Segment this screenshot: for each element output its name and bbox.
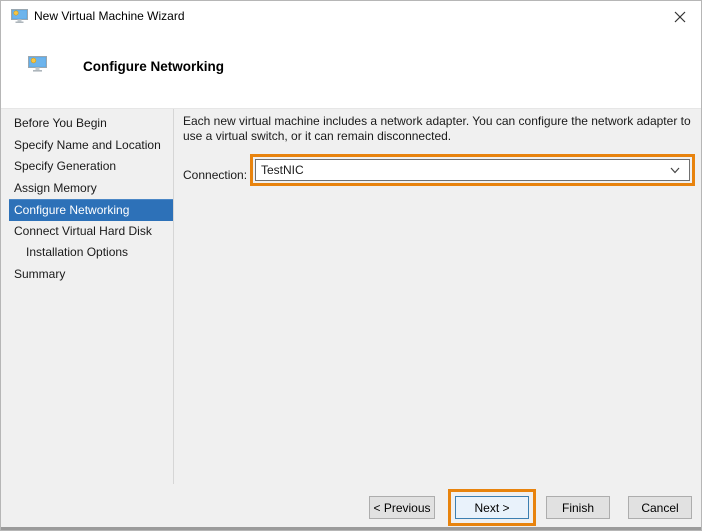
sidebar-step-item[interactable]: Installation Options xyxy=(9,242,173,264)
sidebar-step-label: Before You Begin xyxy=(14,116,107,130)
page-title: Configure Networking xyxy=(83,59,224,74)
sidebar-separator xyxy=(173,109,174,484)
sidebar-step-label: Assign Memory xyxy=(14,180,97,195)
connection-label: Connection: xyxy=(183,168,248,182)
sidebar-step-label: Configure Networking xyxy=(14,203,130,217)
connection-dropdown-value: TestNIC xyxy=(261,163,304,177)
title-bar: New Virtual Machine Wizard xyxy=(1,1,701,31)
close-icon xyxy=(674,11,686,23)
next-highlight-annotation: Next > xyxy=(448,489,536,526)
connection-highlight-annotation: TestNIC xyxy=(250,154,695,186)
wizard-window: New Virtual Machine Wizard Configure Net… xyxy=(0,0,702,531)
content-area: Before You Begin Specify Name and Locati… xyxy=(1,108,701,530)
sidebar-step-item[interactable]: Summary xyxy=(9,264,173,286)
close-button[interactable] xyxy=(665,5,695,29)
next-button[interactable]: Next > xyxy=(455,496,529,519)
sidebar-step-label: Summary xyxy=(14,266,66,281)
sidebar-step-item[interactable]: Assign Memory xyxy=(9,178,173,200)
page-description: Each new virtual machine includes a netw… xyxy=(183,114,691,143)
window-bottom-edge xyxy=(1,527,701,530)
sidebar-step-item[interactable]: Specify Name and Location xyxy=(9,135,173,157)
sidebar-step-item[interactable]: Before You Begin xyxy=(9,113,173,135)
finish-button[interactable]: Finish xyxy=(546,496,610,519)
vm-wizard-icon xyxy=(11,8,28,24)
sidebar-step-label: Connect Virtual Hard Disk xyxy=(14,223,152,238)
sidebar-step-label: Specify Generation xyxy=(14,159,117,173)
chevron-down-icon xyxy=(670,167,680,174)
previous-button[interactable]: < Previous xyxy=(369,496,435,519)
window-title: New Virtual Machine Wizard xyxy=(34,9,185,23)
sidebar-step-item[interactable]: Connect Virtual Hard Disk xyxy=(9,221,173,243)
vm-monitor-icon xyxy=(28,55,47,73)
wizard-header: Configure Networking xyxy=(1,31,701,108)
cancel-button[interactable]: Cancel xyxy=(628,496,692,519)
sidebar-step-label: Specify Name and Location xyxy=(14,137,161,152)
connection-dropdown[interactable]: TestNIC xyxy=(255,159,690,181)
sidebar-step-label: Installation Options xyxy=(26,245,129,259)
sidebar-step-item[interactable]: Specify Generation xyxy=(9,156,173,178)
sidebar-step-item[interactable]: Configure Networking xyxy=(9,199,173,221)
wizard-steps-sidebar: Before You Begin Specify Name and Locati… xyxy=(9,113,173,285)
